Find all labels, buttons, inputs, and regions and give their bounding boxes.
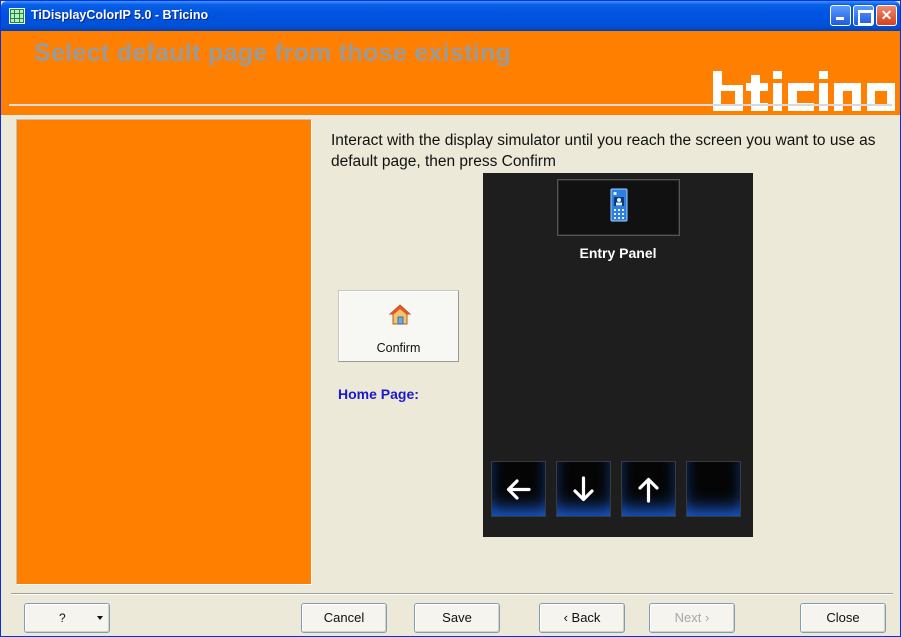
cancel-button[interactable]: Cancel — [301, 603, 387, 633]
page-title: Select default page from those existing — [34, 39, 512, 67]
title-bar[interactable]: TiDisplayColorIP 5.0 - BTicino ✕ — [1, 1, 900, 31]
arrow-up-icon — [638, 477, 659, 503]
side-panel — [16, 119, 312, 585]
entry-panel-icon — [610, 188, 628, 222]
bticino-logo — [713, 71, 895, 111]
home-page-label: Home Page: — [338, 386, 419, 402]
confirm-button[interactable]: Confirm — [338, 290, 459, 362]
arrow-left-icon — [506, 479, 531, 500]
app-window: TiDisplayColorIP 5.0 - BTicino ✕ Select … — [0, 0, 901, 637]
home-icon — [389, 304, 411, 325]
nav-down-button[interactable] — [556, 461, 611, 517]
app-icon — [9, 8, 25, 24]
footer-divider — [11, 593, 893, 595]
header-divider — [9, 104, 892, 106]
minimize-button[interactable] — [830, 5, 851, 26]
back-button[interactable]: ‹ Back — [539, 603, 625, 633]
chevron-down-icon — [97, 616, 103, 620]
close-button[interactable]: Close — [800, 603, 886, 633]
window-title: TiDisplayColorIP 5.0 - BTicino — [31, 8, 209, 22]
nav-up-button[interactable] — [621, 461, 676, 517]
entry-panel-label: Entry Panel — [579, 245, 657, 261]
maximize-icon — [854, 6, 873, 25]
nav-back-button[interactable] — [491, 461, 546, 517]
close-icon: ✕ — [880, 7, 893, 23]
nav-blank-button[interactable] — [686, 461, 741, 517]
help-dropdown-button[interactable]: ? — [24, 603, 110, 633]
minimize-icon — [831, 6, 850, 25]
save-button[interactable]: Save — [414, 603, 500, 633]
help-label: ? — [59, 611, 66, 625]
display-simulator[interactable]: Entry Panel — [483, 173, 753, 537]
entry-panel-tile[interactable] — [557, 179, 680, 236]
next-button[interactable]: Next › — [649, 603, 735, 633]
close-window-button[interactable]: ✕ — [876, 5, 897, 26]
arrow-down-icon — [573, 476, 594, 502]
instructions-text: Interact with the display simulator unti… — [331, 132, 876, 170]
maximize-button[interactable] — [853, 5, 874, 26]
confirm-label: Confirm — [376, 341, 421, 355]
